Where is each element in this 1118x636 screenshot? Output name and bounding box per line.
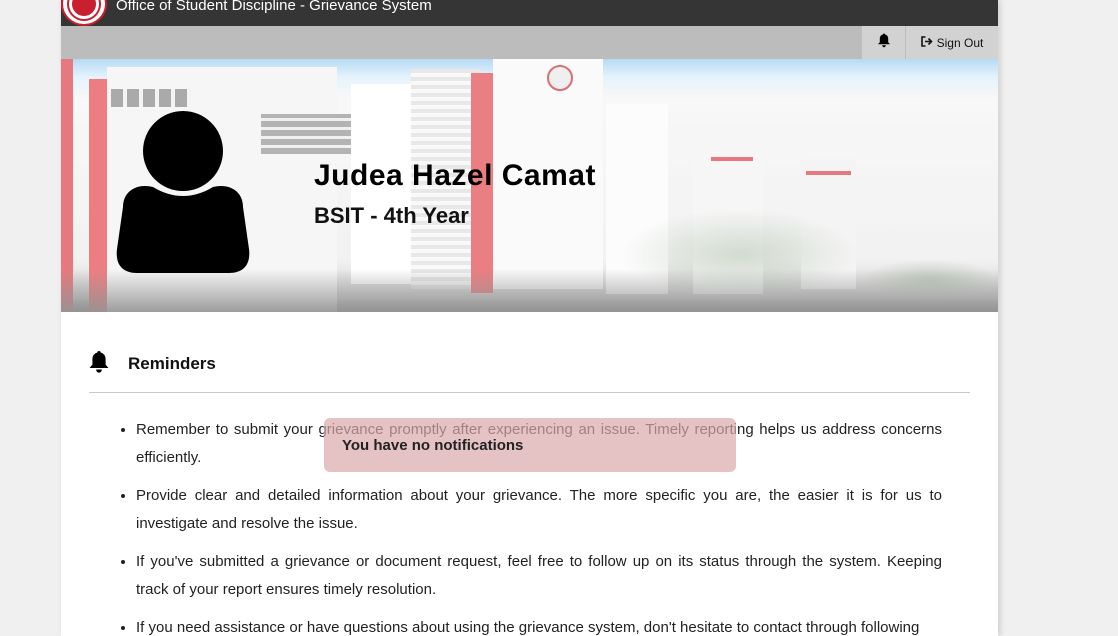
- notification-toast: You have no notifications: [324, 418, 736, 472]
- bell-icon: [877, 33, 891, 53]
- profile-banner: Judea Hazel Camat BSIT - 4th Year: [61, 59, 998, 312]
- list-item: Provide clear and detailed information a…: [136, 482, 942, 538]
- university-logo: [61, 0, 107, 26]
- navbar: Sign Out: [61, 26, 998, 59]
- app-title: Office of Student Discipline - Grievance…: [116, 0, 432, 14]
- sign-out-label: Sign Out: [936, 35, 984, 50]
- bell-icon: [88, 350, 110, 379]
- list-item: If you've submitted a grievance or docum…: [136, 548, 942, 604]
- list-item: If you need assistance or have questions…: [136, 614, 942, 636]
- title-bar: Office of Student Discipline - Grievance…: [61, 0, 998, 26]
- notifications-button[interactable]: [862, 26, 905, 59]
- sign-out-button[interactable]: Sign Out: [906, 26, 998, 59]
- sign-out-icon: [920, 35, 933, 50]
- student-course: BSIT - 4th Year: [314, 203, 469, 228]
- user-silhouette-icon: [116, 111, 250, 273]
- page-container: Office of Student Discipline - Grievance…: [61, 0, 998, 636]
- student-name: Judea Hazel Camat: [314, 159, 596, 192]
- reminders-title: Reminders: [128, 354, 216, 373]
- reminders-header: Reminders: [88, 349, 216, 379]
- divider: [89, 392, 970, 393]
